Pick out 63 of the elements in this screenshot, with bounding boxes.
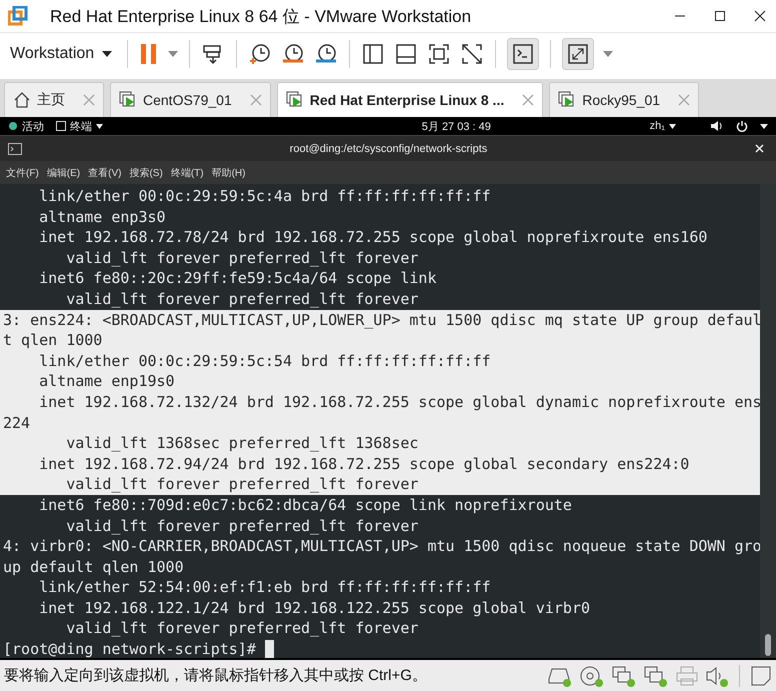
- clock[interactable]: 5月 27 03 : 49: [422, 120, 491, 132]
- menu-item[interactable]: 编辑(E): [46, 166, 80, 180]
- caret-icon[interactable]: [96, 124, 103, 128]
- status-message: 要将输入定向到该虚拟机，请将鼠标指针移入其中或按 Ctrl+G。: [4, 666, 428, 685]
- app-logo-icon: [8, 6, 28, 26]
- activities-button[interactable]: 活动: [22, 118, 44, 134]
- snapshot-icon[interactable]: [248, 42, 272, 66]
- tab-label: Red Hat Enterprise Linux 8 ...: [310, 92, 504, 108]
- note-icon[interactable]: [750, 664, 772, 686]
- sound-icon[interactable]: [705, 664, 729, 686]
- network-adapter-icon[interactable]: [643, 664, 669, 686]
- home-icon: [13, 91, 31, 109]
- activities-logo-icon[interactable]: [8, 121, 18, 131]
- terminal-line: valid_lft forever preferred_lft forever: [65, 516, 420, 536]
- menu-item[interactable]: 搜索(S): [129, 166, 163, 180]
- vm-running-icon: [119, 91, 137, 109]
- terminal-line: altname enp3s0: [38, 206, 167, 228]
- cd-drive-icon[interactable]: [579, 664, 605, 686]
- maximize-icon[interactable]: [714, 10, 726, 22]
- menu-item[interactable]: 查看(V): [88, 166, 122, 180]
- tab-label: Rocky95_01: [582, 92, 660, 108]
- terminal-line: valid_lft forever preferred_lft forever: [65, 288, 420, 310]
- caret-icon[interactable]: [669, 124, 676, 128]
- app-menu[interactable]: 终端: [70, 118, 92, 134]
- terminal-title: root@ding:/etc/sysconfig/network-scripts: [288, 142, 488, 154]
- terminal-line: inet6 fe80::20c:29ff:fe59:5c4a/64 scope link: [38, 268, 438, 289]
- terminal-line: link/ether 52:54:00:ef:f1:eb brd ff:ff:ff:ff:ff:ff: [38, 577, 492, 598]
- terminal-icon: [8, 142, 22, 154]
- workstation-menu[interactable]: Workstation: [6, 45, 116, 63]
- power-icon[interactable]: [736, 120, 748, 132]
- vm-running-icon: [286, 91, 304, 109]
- terminal-line: link/ether 00:0c:29:59:5c:4a brd ff:ff:ff:ff:ff:ff: [38, 186, 492, 207]
- caret-icon: [102, 51, 112, 57]
- vm-tab[interactable]: Red Hat Enterprise Linux 8 ...: [276, 82, 544, 117]
- terminal-line: inet6 fe80::709d:e0c7:bc62:dbca/64 scope link noprefixroute: [38, 494, 573, 516]
- menu-item[interactable]: 文件(F): [6, 166, 39, 180]
- terminal-line: valid_lft forever preferred_lft forever: [65, 618, 420, 640]
- scrollbar-thumb[interactable]: [765, 634, 771, 656]
- tab-label: 主页: [37, 91, 65, 109]
- volume-icon[interactable]: [710, 120, 724, 132]
- vm-tab[interactable]: 主页: [4, 82, 104, 117]
- stretch-icon[interactable]: [562, 38, 594, 70]
- input-method-menu[interactable]: zh₁: [650, 120, 665, 132]
- window-title: Red Hat Enterprise Linux 8 64 位 - VMware Workstation: [50, 6, 472, 28]
- terminal-line: up default qlen 1000: [3, 556, 185, 578]
- console-icon[interactable]: [507, 38, 540, 70]
- vm-tab[interactable]: Rocky95_01: [549, 82, 700, 117]
- sidebar-view-icon[interactable]: [361, 42, 386, 66]
- terminal-line: inet 192.168.72.78/24 brd 192.168.72.255 scope global noprefixroute ens160: [38, 227, 708, 248]
- shell-prompt: [root@ding network-scripts]#: [3, 639, 257, 658]
- vm-running-icon: [558, 91, 576, 109]
- vm-tab[interactable]: CentOS79_01: [110, 82, 271, 117]
- terminal-icon[interactable]: [56, 121, 66, 131]
- terminal-line: inet 192.168.122.1/24 brd 192.168.122.255 scope global virbr0: [38, 598, 591, 618]
- menu-item[interactable]: 终端(T): [170, 166, 204, 180]
- network-adapter-icon[interactable]: [611, 664, 637, 686]
- thumbnail-view-icon[interactable]: [394, 42, 418, 66]
- tab-label: CentOS79_01: [143, 92, 232, 108]
- fullscreen-icon[interactable]: [427, 42, 452, 66]
- terminal-line: valid_lft forever preferred_lft forever: [65, 248, 420, 268]
- close-icon[interactable]: [754, 10, 766, 22]
- caret-icon[interactable]: [760, 124, 768, 128]
- menu-item[interactable]: 帮助(H): [212, 166, 246, 180]
